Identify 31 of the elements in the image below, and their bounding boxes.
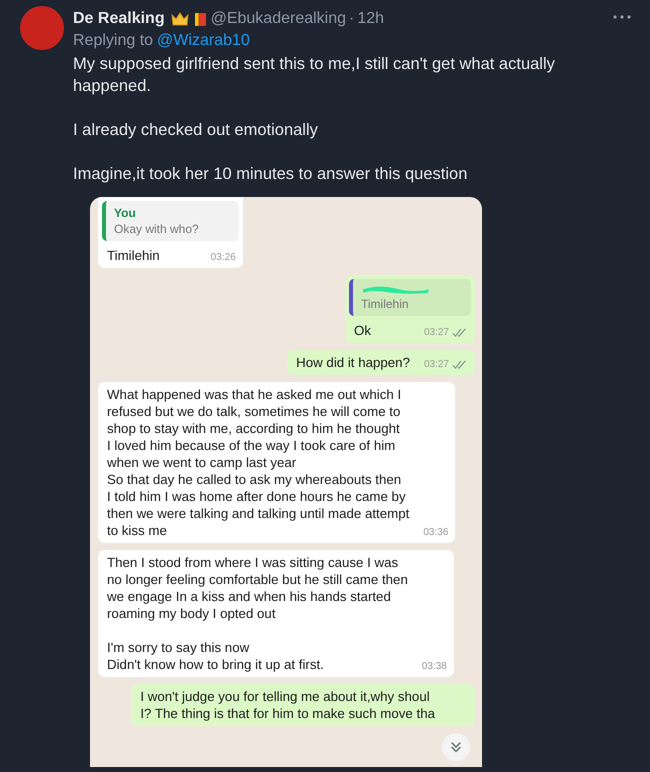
message-time: 03:27	[424, 326, 449, 340]
separator-dot: ·	[349, 10, 354, 28]
author-handle[interactable]: @Ebukaderealking	[210, 10, 346, 28]
message-text: Ok	[354, 322, 371, 339]
double-tick-icon	[452, 360, 468, 369]
double-chevron-down-icon	[449, 740, 463, 754]
post-text: My supposed girlfriend sent this to me,I still can't get what actually happened.	[73, 54, 556, 97]
message-time: 03:36	[423, 526, 448, 540]
quoted-text: Okay with who?	[114, 221, 199, 237]
more-options-icon[interactable]	[612, 14, 632, 20]
crown-icon	[170, 11, 190, 27]
scroll-down-button[interactable]	[442, 733, 470, 761]
message-time: 03:27	[424, 358, 449, 372]
flag-icon	[194, 12, 206, 26]
message-text: I won't judge you for telling me about it,why shoul I? The thing is that for him to make such move tha	[140, 688, 435, 722]
replying-label: Replying to	[73, 32, 154, 50]
post-text: I already checked out emotionally	[73, 120, 319, 141]
post-text: Imagine,it took her 10 minutes to answer this question	[73, 164, 468, 185]
message-text: What happened was that he asked me out which I refused but we do talk, sometimes he will come to shop to stay with me, according to him he thought I loved him because of the way I took care of him when we went to camp last year So that day he called to ask my whereabouts then I told him I was home after done hours he came by then we were talking and talking until made attempt to kiss me	[107, 386, 410, 539]
quoted-author: You	[114, 205, 137, 221]
avatar-placeholder[interactable]	[20, 6, 64, 50]
author-name[interactable]: De Realking	[73, 10, 165, 28]
double-tick-icon	[452, 328, 468, 337]
reply-mention-link[interactable]: @Wizarab10	[157, 32, 250, 50]
message-time: 03:38	[422, 660, 447, 674]
message-text: How did it happen?	[296, 354, 410, 371]
post-time[interactable]: 12h	[357, 10, 384, 28]
message-text: Then I stood from where I was sitting cause I was no longer feeling comfortable but he still came then we engage In a kiss and when his hands started roaming my body I opted out I'm sorry to say this now Didn't know how to bring it up at first.	[107, 554, 408, 673]
message-text: Timilehin	[107, 247, 160, 264]
quoted-text: Timilehin	[361, 296, 410, 312]
message-time: 03:26	[210, 251, 236, 265]
